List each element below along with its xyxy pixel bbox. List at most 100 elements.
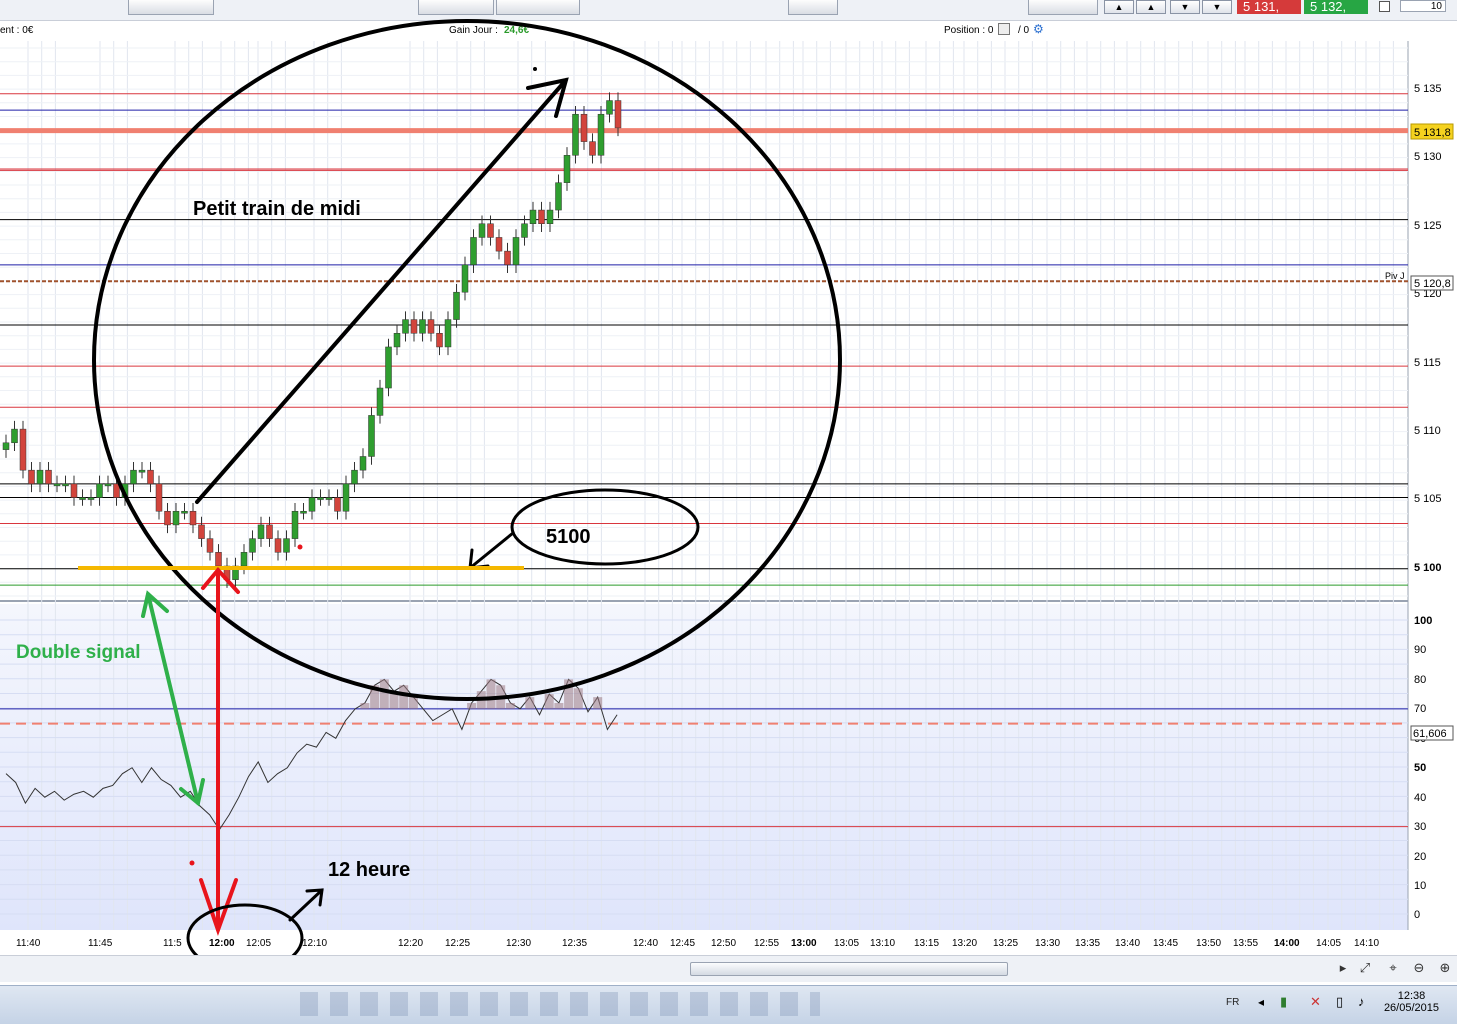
candle-body <box>606 100 613 115</box>
candle-body <box>427 319 435 334</box>
candle-body <box>164 510 171 526</box>
time-label: 14:00 <box>1274 938 1300 949</box>
candle-body <box>589 141 596 156</box>
price-tick: 5 125 <box>1414 220 1442 232</box>
candle-body <box>334 497 341 512</box>
time-label: 13:10 <box>870 938 895 949</box>
candle-body <box>351 469 358 485</box>
candle-body <box>79 497 86 500</box>
candle-body <box>436 333 443 348</box>
indicator-tick: 100 <box>1414 615 1432 627</box>
candle-body <box>317 497 324 500</box>
time-label: 13:45 <box>1153 938 1178 949</box>
indicator-tick: 40 <box>1414 792 1426 804</box>
candle-body <box>376 387 384 416</box>
candle-body <box>495 237 503 252</box>
candle-body <box>283 538 290 553</box>
candle-body <box>240 552 248 567</box>
time-label: 13:25 <box>993 938 1018 949</box>
time-label: 13:00 <box>791 938 817 949</box>
price-tick: 5 100 <box>1414 562 1442 574</box>
indicator-tick: 70 <box>1414 703 1426 715</box>
candle-body <box>342 483 350 512</box>
level-note-annotation: 5100 <box>546 526 591 548</box>
zoom-out-icon[interactable]: ⊖ <box>1410 959 1428 977</box>
indicator-tick: 50 <box>1414 762 1426 774</box>
language-indicator[interactable]: FR <box>1226 997 1239 1008</box>
candle-body <box>555 182 562 211</box>
candle-body <box>308 497 316 512</box>
time-label: 13:55 <box>1233 938 1258 949</box>
tray-volume-icon[interactable]: ♪ <box>1358 994 1365 1009</box>
candle-body <box>130 469 137 485</box>
time-axis: 11:40 11:45 11:5 12:00 12:05 12:10 12:20 12:25 1… <box>16 938 1379 949</box>
time-label: 12:30 <box>506 938 531 949</box>
system-clock[interactable]: 12:38 26/05/2015 <box>1384 990 1439 1014</box>
candle-body <box>300 510 307 514</box>
price-panel <box>0 41 1408 598</box>
candle-body <box>147 469 154 485</box>
candle-body <box>419 319 426 334</box>
candle-body <box>487 223 494 238</box>
tray-network-icon[interactable]: ✕ <box>1310 994 1321 1010</box>
candle-body <box>325 497 333 500</box>
time-label: 12:50 <box>711 938 736 949</box>
time-label: 13:30 <box>1035 938 1060 949</box>
tray-chart-icon[interactable]: ▮ <box>1280 994 1287 1010</box>
chart-scrollbar[interactable]: ▸ ⤢ ⌖ ⊖ ⊕ <box>0 955 1457 982</box>
candle-body <box>87 497 95 500</box>
candle-body <box>478 223 486 238</box>
clock-date: 26/05/2015 <box>1383 1002 1439 1014</box>
candle-body <box>614 100 622 129</box>
time-label: 13:20 <box>952 938 977 949</box>
scroll-right-icon[interactable]: ▸ <box>1334 959 1352 977</box>
candle-body <box>529 209 537 224</box>
annotation-dot <box>533 67 537 71</box>
candle-body <box>385 346 392 389</box>
price-chart: 5 135 5 130 5 125 5 120 5 115 5 110 5 10… <box>0 19 1454 955</box>
taskbar-apps[interactable] <box>300 992 820 1016</box>
candle-body <box>198 524 205 539</box>
time-label: 12:20 <box>398 938 423 949</box>
candle-body <box>453 291 460 320</box>
zoom-fit-icon[interactable]: ⌖ <box>1384 959 1402 977</box>
time-label: 14:10 <box>1354 938 1379 949</box>
indicator-tick: 0 <box>1414 909 1420 921</box>
time-label: 11:45 <box>88 938 113 949</box>
price-tick: 5 105 <box>1414 493 1442 505</box>
time-label: 12:25 <box>445 938 470 949</box>
time-label: 13:40 <box>1115 938 1140 949</box>
scroll-thumb[interactable] <box>690 962 1008 976</box>
candle-body <box>512 237 520 266</box>
time-label: 14:05 <box>1316 938 1341 949</box>
tray-battery-icon[interactable]: ▯ <box>1336 994 1343 1010</box>
candle-body <box>410 319 418 334</box>
candle-body <box>470 237 477 266</box>
candle-body <box>359 456 367 471</box>
indicator-tick: 10 <box>1414 880 1426 892</box>
time-label: 12:40 <box>633 938 658 949</box>
pivot-label: Piv J <box>1385 271 1405 281</box>
candle-body <box>45 469 52 485</box>
windows-taskbar: FR ◂ ▮ ✕ ▯ ♪ 12:38 26/05/2015 <box>0 985 1457 1024</box>
candle-body <box>291 510 299 539</box>
red-dot-annotation <box>189 860 195 866</box>
red-dot-annotation <box>297 544 303 550</box>
indicator-tick: 80 <box>1414 674 1426 686</box>
autoscale-icon[interactable]: ⤢ <box>1356 959 1374 977</box>
candle-body <box>138 469 146 473</box>
time-label: 11:5 <box>163 938 182 949</box>
time-label: 11:40 <box>16 938 41 949</box>
pivot-tag: 5 120,8 <box>1414 278 1451 290</box>
zoom-in-icon[interactable]: ⊕ <box>1436 959 1454 977</box>
candle-body <box>96 483 103 498</box>
indicator-tick: 30 <box>1414 821 1426 833</box>
candle-body <box>393 333 401 348</box>
candle-body <box>36 469 44 485</box>
candle-body <box>597 113 605 156</box>
candle-body <box>11 428 18 444</box>
time-label: 12:10 <box>302 938 327 949</box>
tray-expand-icon[interactable]: ◂ <box>1258 995 1264 1009</box>
candle-body <box>572 113 579 156</box>
indicator-tick: 90 <box>1414 644 1426 656</box>
